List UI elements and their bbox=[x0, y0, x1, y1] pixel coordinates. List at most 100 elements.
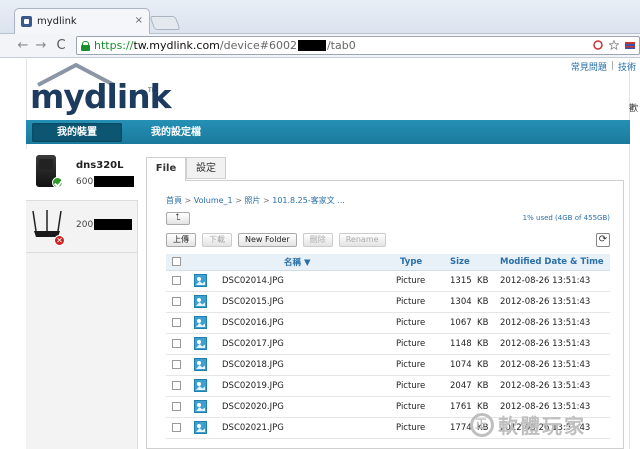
table-row[interactable]: DSC02019.JPG Picture 2047 KB 2012-08-26 … bbox=[166, 375, 610, 397]
file-type: Picture bbox=[396, 312, 436, 334]
file-name[interactable]: DSC02021.JPG bbox=[218, 417, 396, 439]
file-size: 1067 KB bbox=[436, 312, 494, 334]
lock-icon bbox=[81, 40, 90, 51]
rename-button[interactable]: Rename bbox=[338, 233, 386, 247]
row-checkbox[interactable] bbox=[172, 380, 181, 390]
watermark: 正 軟體玩家 bbox=[470, 410, 586, 439]
row-checkbox[interactable] bbox=[172, 422, 181, 432]
row-checkbox[interactable] bbox=[172, 317, 181, 327]
image-file-icon bbox=[194, 274, 207, 287]
device-sidebar: dns320L 600 ✕ 200 bbox=[26, 149, 138, 449]
top-links: 常見問題 | 技術 bbox=[567, 59, 640, 73]
device-id: 200 bbox=[76, 219, 133, 230]
date-column-header[interactable]: Modified Date & Time bbox=[494, 254, 610, 271]
watermark-text: 軟體玩家 bbox=[498, 414, 586, 438]
faq-link[interactable]: 常見問題 bbox=[567, 60, 611, 73]
file-date: 2012-08-26 13:51:43 bbox=[494, 291, 610, 313]
file-type: Picture bbox=[396, 270, 436, 292]
welcome-text: 歡 bbox=[628, 104, 638, 114]
reload-icon[interactable]: C bbox=[54, 38, 68, 53]
device-id: 600 bbox=[76, 176, 135, 187]
url-path-suffix: /tab0 bbox=[326, 39, 356, 52]
row-checkbox[interactable] bbox=[172, 296, 181, 306]
file-type: Picture bbox=[396, 375, 436, 397]
mydlink-logo[interactable]: mydlink TM bbox=[30, 63, 172, 116]
table-row[interactable]: DSC02015.JPG Picture 1304 KB 2012-08-26 … bbox=[166, 291, 610, 313]
image-file-icon bbox=[194, 295, 207, 308]
parent-folder-button[interactable]: ⮤ bbox=[166, 212, 190, 225]
name-column-header[interactable]: 名稱 ▼ bbox=[218, 254, 396, 271]
row-checkbox[interactable] bbox=[172, 359, 181, 369]
flag-icon[interactable] bbox=[625, 40, 635, 50]
url-host: tw.mydlink.com bbox=[133, 39, 220, 52]
refresh-icon[interactable]: ⟳ bbox=[596, 233, 610, 247]
device-item-router[interactable]: ✕ 200 bbox=[26, 201, 138, 253]
image-file-icon bbox=[194, 316, 207, 329]
tech-support-link[interactable]: 技術 bbox=[614, 60, 640, 73]
back-arrow-icon[interactable]: ← bbox=[16, 38, 30, 53]
file-size: 1304 KB bbox=[436, 291, 494, 313]
type-column-header[interactable]: Type bbox=[396, 254, 436, 271]
up-arrow-icon: ⮤ bbox=[175, 213, 181, 223]
file-name[interactable]: DSC02019.JPG bbox=[218, 375, 396, 397]
file-name[interactable]: DSC02016.JPG bbox=[218, 312, 396, 334]
breadcrumb-volume[interactable]: Volume_1 bbox=[194, 196, 233, 205]
select-all-checkbox[interactable] bbox=[172, 256, 181, 266]
image-file-icon bbox=[194, 337, 207, 350]
table-row[interactable]: DSC02018.JPG Picture 1074 KB 2012-08-26 … bbox=[166, 354, 610, 376]
breadcrumb-photos[interactable]: 照片 bbox=[244, 196, 260, 205]
online-check-icon bbox=[52, 177, 63, 188]
table-row[interactable]: DSC02017.JPG Picture 1148 KB 2012-08-26 … bbox=[166, 333, 610, 355]
row-checkbox[interactable] bbox=[172, 338, 181, 348]
row-checkbox[interactable] bbox=[172, 401, 181, 411]
file-type: Picture bbox=[396, 396, 436, 418]
security-indicator-icon[interactable] bbox=[593, 40, 603, 50]
size-column-header[interactable]: Size bbox=[436, 254, 494, 271]
file-size: 1074 KB bbox=[436, 354, 494, 376]
forward-arrow-icon[interactable]: → bbox=[34, 38, 48, 53]
address-bar[interactable]: https:// tw.mydlink.com /device#6002 /ta… bbox=[76, 36, 640, 55]
row-checkbox[interactable] bbox=[172, 275, 181, 285]
browser-tab-strip: mydlink × bbox=[0, 0, 640, 34]
logo-text: mydlink bbox=[30, 77, 172, 116]
tab-close-icon[interactable]: × bbox=[135, 15, 143, 26]
mydlink-favicon-icon bbox=[21, 16, 32, 27]
page-content: 常見問題 | 技術 mydlink TM 歡 我的裝置 我的設定檔 dns320… bbox=[0, 59, 640, 449]
tab-file[interactable]: File bbox=[146, 157, 186, 181]
table-row[interactable]: DSC02016.JPG Picture 1067 KB 2012-08-26 … bbox=[166, 312, 610, 334]
file-type: Picture bbox=[396, 333, 436, 355]
file-date: 2012-08-26 13:51:43 bbox=[494, 333, 610, 355]
file-date: 2012-08-26 13:51:43 bbox=[494, 354, 610, 376]
storage-usage: 1% used (4GB of 455GB) bbox=[522, 214, 610, 222]
breadcrumb-separator: > bbox=[262, 196, 273, 205]
tab-my-profile[interactable]: 我的設定檔 bbox=[126, 123, 226, 142]
browser-tab[interactable]: mydlink × bbox=[14, 8, 150, 34]
tab-title: mydlink bbox=[37, 16, 77, 27]
device-id-redaction bbox=[94, 176, 135, 187]
new-tab-button[interactable] bbox=[149, 16, 181, 30]
image-file-icon bbox=[194, 379, 207, 392]
file-date: 2012-08-26 13:51:43 bbox=[494, 312, 610, 334]
file-name[interactable]: DSC02017.JPG bbox=[218, 333, 396, 355]
tab-settings[interactable]: 設定 bbox=[186, 157, 226, 179]
upload-button[interactable]: 上傳 bbox=[166, 233, 196, 247]
star-icon[interactable] bbox=[608, 39, 620, 51]
file-name[interactable]: DSC02015.JPG bbox=[218, 291, 396, 313]
file-name[interactable]: DSC02018.JPG bbox=[218, 354, 396, 376]
download-button[interactable]: 下載 bbox=[202, 233, 232, 247]
offline-error-icon: ✕ bbox=[54, 235, 65, 246]
new-folder-button[interactable]: New Folder bbox=[238, 233, 297, 247]
file-size: 2047 KB bbox=[436, 375, 494, 397]
table-row[interactable]: DSC02014.JPG Picture 1315 KB 2012-08-26 … bbox=[166, 270, 610, 292]
image-file-icon bbox=[194, 400, 207, 413]
file-size: 1315 KB bbox=[436, 270, 494, 292]
device-item-nas[interactable]: dns320L 600 bbox=[26, 149, 138, 201]
file-name[interactable]: DSC02014.JPG bbox=[218, 270, 396, 292]
tab-my-devices[interactable]: 我的裝置 bbox=[32, 123, 122, 142]
breadcrumb-home[interactable]: 首頁 bbox=[166, 196, 182, 205]
url-path-prefix: /device#6002 bbox=[219, 39, 297, 52]
delete-button[interactable]: 刪除 bbox=[302, 233, 333, 247]
device-id-redaction bbox=[94, 219, 133, 230]
file-name[interactable]: DSC02020.JPG bbox=[218, 396, 396, 418]
file-date: 2012-08-26 13:51:43 bbox=[494, 270, 610, 292]
